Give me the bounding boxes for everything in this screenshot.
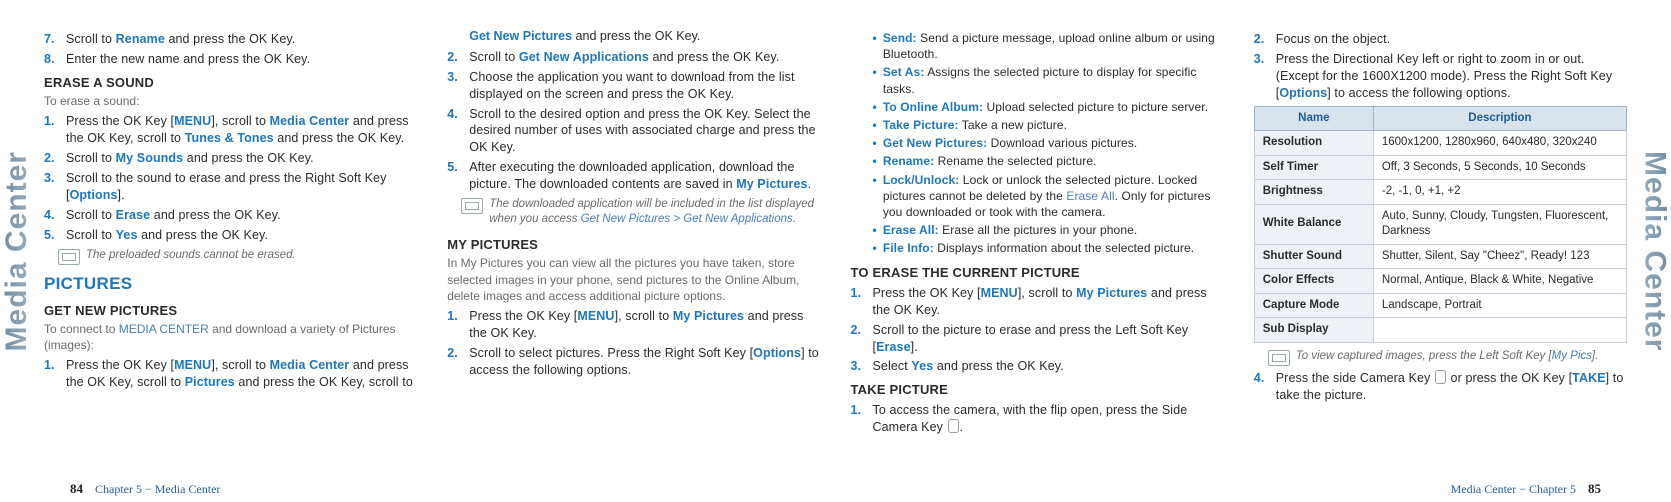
heading-get-new-pictures: GET NEW PICTURES: [44, 302, 417, 320]
footer-left: 84 Chapter 5 − Media Center: [70, 480, 220, 498]
bullet-item: Rename: Rename the selected picture.: [873, 153, 1224, 169]
note-icon: [461, 198, 483, 214]
list-item: 3.Choose the application you want to dow…: [447, 69, 820, 103]
side-label-left: Media Center: [0, 0, 34, 502]
list-item: 4.Scroll to Erase and press the OK Key.: [44, 207, 417, 224]
bullet-item: File Info: Displays information about th…: [873, 240, 1224, 256]
list-item: 2.Focus on the object.: [1254, 31, 1627, 48]
camera-key-icon: [1435, 370, 1446, 384]
list-item: 1.Press the OK Key [MENU], scroll to Med…: [44, 113, 417, 147]
list-item: 1.To access the camera, with the flip op…: [851, 402, 1224, 436]
footer-text: Chapter 5 − Media Center: [95, 481, 220, 497]
list-item: 5.After executing the downloaded applica…: [447, 159, 820, 193]
column-4: 2.Focus on the object. 3.Press the Direc…: [1254, 28, 1627, 478]
column-3: Send: Send a picture message, upload onl…: [851, 28, 1224, 478]
bullet-item: Set As: Assigns the selected picture to …: [873, 64, 1224, 96]
list-item: 1.Press the OK Key [MENU], scroll to Med…: [44, 357, 417, 391]
list-item: 4.Press the side Camera Key or press the…: [1254, 370, 1627, 404]
bullet-item: Get New Pictures: Download various pictu…: [873, 135, 1224, 151]
bullet-item: To Online Album: Upload selected picture…: [873, 99, 1224, 115]
table-row: Resolution1600x1200, 1280x960, 640x480, …: [1254, 131, 1626, 156]
list-item: 8.Enter the new name and press the OK Ke…: [44, 51, 417, 68]
note: The downloaded application will be inclu…: [461, 197, 820, 228]
list-item: 3.Scroll to the sound to erase and press…: [44, 170, 417, 204]
bullet-item: Lock/Unlock: Lock or unlock the selected…: [873, 172, 1224, 221]
bullet-item: Send: Send a picture message, upload onl…: [873, 30, 1224, 62]
column-1: 7.Scroll to Rename and press the OK Key.…: [44, 28, 417, 478]
list-item: 2.Scroll to the picture to erase and pre…: [851, 322, 1224, 356]
side-label-right: Media Center: [1637, 0, 1671, 502]
heading-my-pictures: MY PICTURES: [447, 236, 820, 254]
column-2: Get New Pictures and press the OK Key. 2…: [447, 28, 820, 478]
table-row: Shutter SoundShutter, Silent, Say "Cheez…: [1254, 244, 1626, 269]
table-row: Color EffectsNormal, Antique, Black & Wh…: [1254, 269, 1626, 294]
list-item: 2.Scroll to Get New Applications and pre…: [447, 49, 820, 66]
page-number: 84: [70, 480, 83, 498]
note: To view captured images, press the Left …: [1268, 349, 1627, 366]
bullet-item: Take Picture: Take a new picture.: [873, 117, 1224, 133]
table-row: Sub Display: [1254, 318, 1626, 343]
note-icon: [1268, 350, 1290, 366]
list-item: 7.Scroll to Rename and press the OK Key.: [44, 31, 417, 48]
list-item: 3.Select Yes and press the OK Key.: [851, 358, 1224, 375]
subtext: In My Pictures you can view all the pict…: [447, 255, 820, 304]
th-desc: Description: [1373, 106, 1626, 131]
list-item: 2.Scroll to select pictures. Press the R…: [447, 345, 820, 379]
list-item: 4.Scroll to the desired option and press…: [447, 106, 820, 157]
table-row: Brightness-2, -1, 0, +1, +2: [1254, 180, 1626, 205]
table-row: Capture ModeLandscape, Portrait: [1254, 293, 1626, 318]
list-item: 5.Scroll to Yes and press the OK Key.: [44, 227, 417, 244]
options-table: NameDescription Resolution1600x1200, 128…: [1254, 106, 1627, 343]
list-item: 2.Scroll to My Sounds and press the OK K…: [44, 150, 417, 167]
note: The preloaded sounds cannot be erased.: [58, 248, 417, 265]
footer-text: Media Center − Chapter 5: [1451, 481, 1576, 497]
list-item: 3.Press the Directional Key left or righ…: [1254, 51, 1627, 102]
heading-erase-sound: ERASE A SOUND: [44, 74, 417, 92]
heading-pictures: PICTURES: [44, 273, 417, 296]
subtext: To erase a sound:: [44, 93, 417, 109]
page-spread: 7.Scroll to Rename and press the OK Key.…: [44, 28, 1627, 478]
bullet-item: Erase All: Erase all the pictures in you…: [873, 222, 1224, 238]
page-number: 85: [1588, 480, 1601, 498]
table-row: Self TimerOff, 3 Seconds, 5 Seconds, 10 …: [1254, 155, 1626, 180]
list-item: 1.Press the OK Key [MENU], scroll to My …: [447, 308, 820, 342]
camera-key-icon: [948, 419, 959, 433]
subtext: To connect to MEDIA CENTER and download …: [44, 321, 417, 353]
th-name: Name: [1254, 106, 1373, 131]
heading-take-picture: TAKE PICTURE: [851, 381, 1224, 399]
list-item: 1.Press the OK Key [MENU], scroll to My …: [851, 285, 1224, 319]
footer-right: Media Center − Chapter 5 85: [1451, 480, 1601, 498]
table-row: White BalanceAuto, Sunny, Cloudy, Tungst…: [1254, 204, 1626, 244]
note-icon: [58, 249, 80, 265]
heading-erase-current: TO ERASE THE CURRENT PICTURE: [851, 264, 1224, 282]
